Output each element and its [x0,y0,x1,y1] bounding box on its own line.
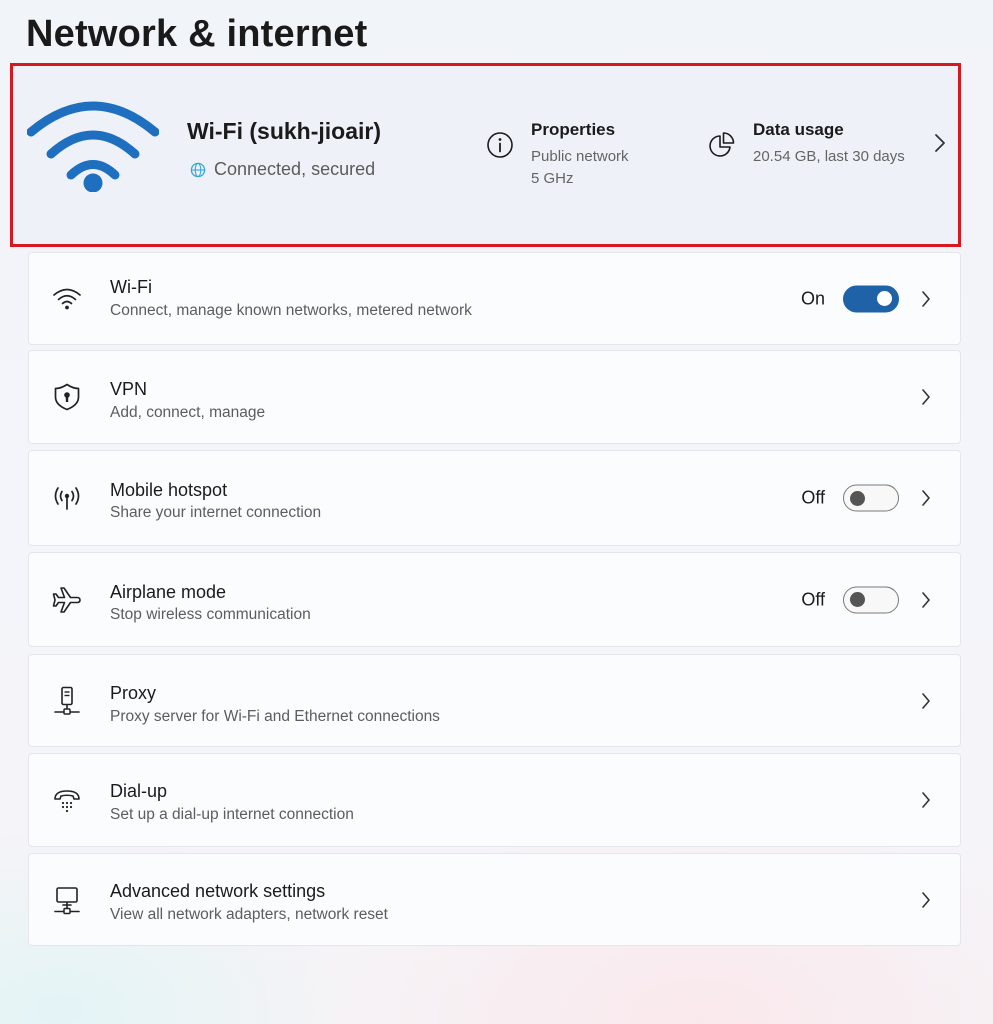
mobile-hotspot-state: Off [801,487,825,508]
wifi-description: Connect, manage known networks, metered … [110,302,472,319]
settings-row-proxy[interactable]: Proxy Proxy server for Wi-Fi and Etherne… [28,654,961,747]
chevron-right-icon [922,290,930,307]
chevron-right-icon[interactable] [933,132,947,154]
properties-network-type: Public network [531,148,629,165]
data-usage-value: 20.54 GB, last 30 days [753,148,905,165]
data-usage-link[interactable]: Data usage 20.54 GB, last 30 days [707,119,905,168]
page-title: Network & internet [26,13,368,55]
mobile-hotspot-toggle[interactable] [843,484,899,512]
settings-row-vpn[interactable]: VPN Add, connect, manage [28,350,961,444]
info-icon [487,132,513,158]
chevron-right-icon [922,692,930,709]
settings-row-airplane-mode[interactable]: Airplane mode Stop wireless communicatio… [28,552,961,647]
chevron-right-icon [922,891,930,908]
properties-title: Properties [531,120,616,139]
connected-network-card[interactable]: Wi-Fi (sukh-jioair) Connected, secured P… [10,63,961,247]
advanced-network-settings-description: View all network adapters, network reset [110,906,388,923]
proxy-description: Proxy server for Wi-Fi and Ethernet conn… [110,708,440,725]
proxy-label: Proxy [110,683,157,703]
shield-icon [54,383,80,411]
properties-link[interactable]: Properties Public network 5 GHz [485,119,629,190]
settings-row-dial-up[interactable]: Dial-up Set up a dial-up internet connec… [28,753,961,847]
airplane-mode-toggle[interactable] [843,586,899,613]
airplane-mode-label: Airplane mode [110,582,227,602]
chevron-right-icon [922,792,930,808]
data-usage-title: Data usage [753,120,844,139]
connection-status: Connected, secured [190,159,375,180]
properties-band: 5 GHz [531,170,574,187]
mobile-hotspot-description: Share your internet connection [110,504,322,521]
chevron-right-icon [922,591,930,608]
settings-row-wifi[interactable]: Wi-Fi Connect, manage known networks, me… [28,252,961,345]
chevron-right-icon [922,389,930,405]
network-adapter-icon [54,886,80,914]
dial-up-label: Dial-up [110,781,168,801]
wifi-icon [53,288,81,309]
connection-status-text: Connected, secured [214,159,376,179]
hotspot-icon [54,487,80,510]
pie-chart-icon [709,132,735,157]
advanced-network-settings-label: Advanced network settings [110,881,326,901]
wifi-label: Wi-Fi [110,277,152,297]
airplane-icon [52,586,81,613]
network-name: Wi-Fi (sukh-jioair) [187,118,382,144]
wifi-toggle[interactable] [843,285,899,312]
dialup-icon [54,790,80,813]
wifi-signal-icon [27,101,159,192]
vpn-label: VPN [110,379,148,399]
wifi-state: On [800,288,825,308]
chevron-right-icon [922,490,930,506]
vpn-description: Add, connect, manage [110,404,266,421]
settings-row-mobile-hotspot[interactable]: Mobile hotspot Share your internet conne… [28,450,961,546]
airplane-mode-state: Off [801,589,825,609]
proxy-icon [54,686,80,715]
mobile-hotspot-label: Mobile hotspot [110,480,228,500]
globe-icon [190,162,206,177]
airplane-mode-description: Stop wireless communication [110,606,311,623]
dial-up-description: Set up a dial-up internet connection [110,806,354,823]
settings-row-advanced-network-settings[interactable]: Advanced network settings View all netwo… [28,853,961,946]
